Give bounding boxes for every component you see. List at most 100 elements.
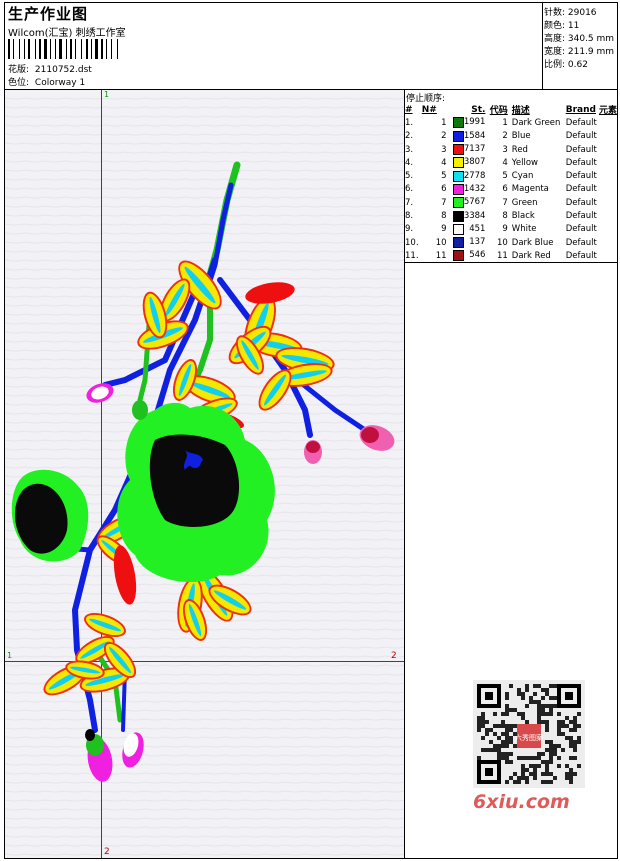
color-swatch bbox=[452, 157, 464, 169]
color-row: 6. 6 1432 6 Magenta Default bbox=[405, 183, 617, 196]
row-code: 4 bbox=[502, 157, 508, 168]
row-desc: Dark Blue bbox=[511, 237, 554, 248]
stat-colors: 颜色: 11 bbox=[544, 21, 580, 31]
row-needle: 8 bbox=[441, 211, 447, 222]
design-canvas: 1 2 1 2 bbox=[5, 90, 405, 858]
row-needle: 1 bbox=[441, 117, 447, 128]
row-code: 5 bbox=[502, 171, 508, 182]
sheet-title: 生产作业图 bbox=[8, 5, 89, 23]
color-swatch bbox=[452, 183, 464, 195]
row-needle: 6 bbox=[441, 184, 447, 195]
row-code: 6 bbox=[502, 184, 508, 195]
row-brand: Default bbox=[565, 237, 597, 248]
color-row: 1. 1 1991 1 Dark Green Default bbox=[405, 116, 617, 129]
row-stitches: 546 bbox=[451, 249, 485, 262]
color-swatch bbox=[452, 250, 464, 262]
embroidery-design bbox=[11, 161, 395, 782]
stat-height: 高度: 340.5 mm bbox=[544, 34, 615, 44]
row-stitches: 1584 bbox=[451, 130, 485, 143]
row-brand: Default bbox=[565, 184, 597, 195]
stat-width: 宽度: 211.9 mm bbox=[544, 47, 615, 57]
row-needle: 11 bbox=[435, 250, 447, 261]
row-element bbox=[599, 223, 617, 236]
row-code: 9 bbox=[502, 224, 508, 235]
color-row: 9. 9 451 9 White Default bbox=[405, 223, 617, 236]
row-brand: Default bbox=[565, 131, 597, 142]
col-header-stitches: St. bbox=[471, 104, 486, 115]
row-needle: 9 bbox=[441, 224, 447, 235]
row-desc: Cyan bbox=[511, 171, 534, 182]
row-element bbox=[599, 236, 617, 249]
colorway-label: 色位: bbox=[8, 78, 30, 88]
qr-code: 六秀图案 bbox=[473, 680, 585, 788]
color-swatch bbox=[452, 170, 464, 182]
row-brand: Default bbox=[565, 211, 597, 222]
row-index: 11. bbox=[405, 250, 419, 261]
row-index: 1. bbox=[405, 117, 414, 128]
color-swatch bbox=[452, 223, 464, 235]
qr-stamp-text: 六秀图案 bbox=[515, 733, 543, 742]
color-row: 11. 11 546 11 Dark Red Default bbox=[405, 249, 617, 262]
col-header-element: 元素 bbox=[598, 106, 617, 117]
color-swatch bbox=[452, 237, 464, 249]
row-desc: White bbox=[511, 224, 537, 235]
row-index: 5. bbox=[405, 171, 414, 182]
row-needle: 7 bbox=[441, 197, 447, 208]
row-stitches: 7137 bbox=[451, 143, 485, 156]
color-swatch bbox=[452, 197, 464, 209]
row-desc: Green bbox=[511, 197, 538, 208]
row-stitches: 1991 bbox=[451, 116, 485, 129]
row-index: 8. bbox=[405, 211, 414, 222]
color-row: 5. 5 2778 5 Cyan Default bbox=[405, 169, 617, 182]
row-needle: 2 bbox=[441, 131, 447, 142]
color-row: 2. 2 1584 2 Blue Default bbox=[405, 130, 617, 143]
col-header-index: # bbox=[405, 104, 413, 115]
stat-stitches: 针数: 29016 bbox=[544, 8, 597, 18]
color-swatch bbox=[452, 117, 464, 129]
col-header-brand: Brand bbox=[565, 104, 596, 115]
row-needle: 4 bbox=[441, 157, 447, 168]
color-row: 10. 10 137 10 Dark Blue Default bbox=[405, 236, 617, 249]
color-row: 7. 7 5767 7 Green Default bbox=[405, 196, 617, 209]
barcode bbox=[8, 39, 146, 59]
row-element bbox=[599, 169, 617, 182]
row-brand: Default bbox=[565, 157, 597, 168]
row-desc: Magenta bbox=[511, 184, 549, 195]
row-index: 9. bbox=[405, 224, 414, 235]
row-stitches: 137 bbox=[451, 236, 485, 249]
color-row: 3. 3 7137 3 Red Default bbox=[405, 143, 617, 156]
sheet-header: 生产作业图 Wilcom(汇宝) 刺绣工作室 花版: 2110752.dst 色… bbox=[5, 3, 617, 90]
colorway-value: Colorway 1 bbox=[34, 78, 86, 88]
row-brand: Default bbox=[565, 250, 597, 261]
row-code: 3 bbox=[502, 144, 508, 155]
row-element bbox=[599, 116, 617, 129]
col-header-n: N# bbox=[421, 104, 437, 115]
row-element bbox=[599, 183, 617, 196]
row-stitches: 2778 bbox=[451, 169, 485, 182]
main-flower bbox=[117, 402, 275, 583]
row-code: 7 bbox=[502, 197, 508, 208]
row-code: 11 bbox=[496, 250, 508, 261]
row-desc: Black bbox=[511, 211, 535, 222]
row-desc: Dark Green bbox=[511, 117, 561, 128]
table-divider bbox=[405, 262, 617, 263]
row-brand: Default bbox=[565, 144, 597, 155]
row-code: 10 bbox=[496, 237, 508, 248]
row-needle: 5 bbox=[441, 171, 447, 182]
row-element bbox=[599, 143, 617, 156]
color-row: 8. 8 3384 8 Black Default bbox=[405, 209, 617, 222]
row-desc: Yellow bbox=[511, 157, 538, 168]
row-index: 2. bbox=[405, 131, 414, 142]
row-element bbox=[599, 130, 617, 143]
col-header-desc: 描述 bbox=[511, 106, 530, 117]
row-needle: 10 bbox=[435, 237, 447, 248]
row-desc: Red bbox=[511, 144, 528, 155]
row-stitches: 3807 bbox=[451, 156, 485, 169]
row-code: 8 bbox=[502, 211, 508, 222]
row-desc: Dark Red bbox=[511, 250, 551, 261]
design-value: 2110752.dst bbox=[34, 65, 92, 75]
row-code: 2 bbox=[502, 131, 508, 142]
color-swatch bbox=[452, 144, 464, 156]
row-index: 3. bbox=[405, 144, 414, 155]
row-stitches: 1432 bbox=[451, 183, 485, 196]
